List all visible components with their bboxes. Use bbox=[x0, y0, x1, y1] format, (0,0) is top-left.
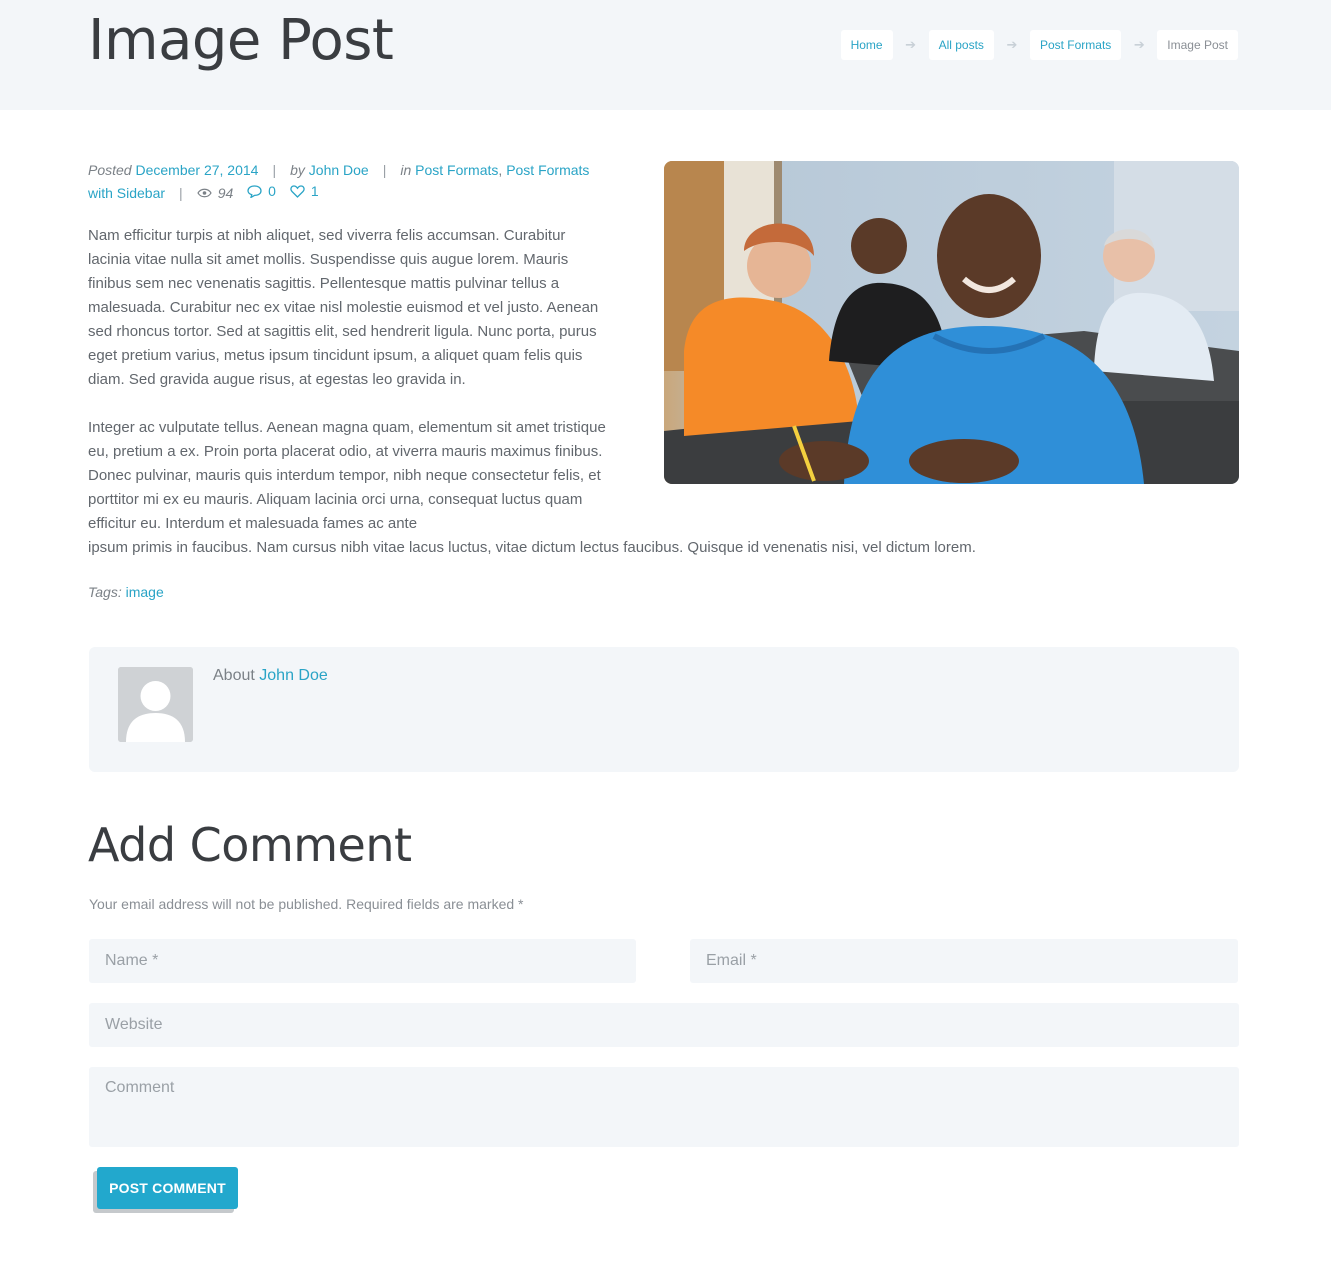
post-date-link[interactable]: December 27, 2014 bbox=[135, 162, 258, 178]
author-profile-link[interactable]: John Doe bbox=[259, 667, 328, 684]
in-label: in bbox=[400, 162, 412, 178]
page-title: Image Post bbox=[88, 8, 394, 73]
tag-link[interactable]: image bbox=[126, 584, 164, 600]
author-about: About John Doe bbox=[213, 667, 328, 685]
email-field[interactable]: Email * bbox=[690, 939, 1238, 983]
breadcrumb: Home ➔ All posts ➔ Post Formats ➔ Image … bbox=[840, 30, 1238, 60]
arrow-right-icon: ➔ bbox=[905, 37, 917, 52]
post-paragraph-wrapped-part: Integer ac vulputate tellus. Aenean magn… bbox=[88, 419, 606, 532]
post-paragraph: Integer ac vulputate tellus. Aenean magn… bbox=[88, 416, 1238, 560]
post-comment-button[interactable]: POST COMMENT bbox=[97, 1167, 238, 1209]
posted-label: Posted bbox=[88, 162, 132, 178]
views-count: 94 bbox=[196, 183, 234, 204]
comment-section-title: Add Comment bbox=[88, 818, 412, 872]
avatar bbox=[118, 667, 193, 742]
breadcrumb-all-posts-link[interactable]: All posts bbox=[928, 30, 994, 60]
arrow-right-icon: ➔ bbox=[1006, 37, 1018, 52]
comments-value: 0 bbox=[268, 183, 276, 199]
breadcrumb-post-formats-link[interactable]: Post Formats bbox=[1029, 30, 1122, 60]
meta-divider: | bbox=[382, 162, 387, 178]
post-author-link[interactable]: John Doe bbox=[309, 162, 369, 178]
meta-divider: | bbox=[179, 185, 183, 201]
name-field[interactable]: Name * bbox=[89, 939, 636, 983]
comment-form-note: Your email address will not be published… bbox=[89, 896, 524, 912]
page-header: Image Post Home ➔ All posts ➔ Post Forma… bbox=[0, 0, 1331, 110]
speech-bubble-icon bbox=[247, 185, 262, 198]
breadcrumb-home-link[interactable]: Home bbox=[840, 30, 893, 60]
by-label: by bbox=[290, 162, 305, 178]
post-paragraph-full-width-part: ipsum primis in faucibus. Nam cursus nib… bbox=[88, 539, 976, 556]
category-link-post-formats[interactable]: Post Formats bbox=[415, 162, 498, 178]
website-field[interactable]: Website bbox=[89, 1003, 1239, 1047]
post-paragraph: Nam efficitur turpis at nibh aliquet, se… bbox=[88, 227, 599, 388]
eye-icon bbox=[196, 188, 212, 198]
breadcrumb-current-page: Image Post bbox=[1157, 30, 1238, 60]
arrow-right-icon: ➔ bbox=[1133, 37, 1145, 52]
likes-value: 1 bbox=[310, 183, 319, 199]
post-content: Nam efficitur turpis at nibh aliquet, se… bbox=[88, 224, 1238, 584]
default-user-avatar-icon bbox=[118, 667, 193, 742]
views-value: 94 bbox=[217, 184, 234, 201]
tags-label: Tags: bbox=[88, 584, 122, 600]
comment-textarea[interactable]: Comment bbox=[89, 1067, 1239, 1147]
post-meta: Posted December 27, 2014 | by John Doe | in … bbox=[88, 160, 608, 204]
about-label: About bbox=[213, 667, 255, 684]
like-button[interactable]: 1 bbox=[290, 181, 319, 202]
comments-count-link[interactable]: 0 bbox=[247, 181, 276, 202]
heart-icon bbox=[290, 185, 305, 198]
post-tags: Tags: image bbox=[88, 584, 164, 600]
meta-divider: | bbox=[272, 162, 277, 178]
author-box: About John Doe bbox=[89, 647, 1239, 772]
